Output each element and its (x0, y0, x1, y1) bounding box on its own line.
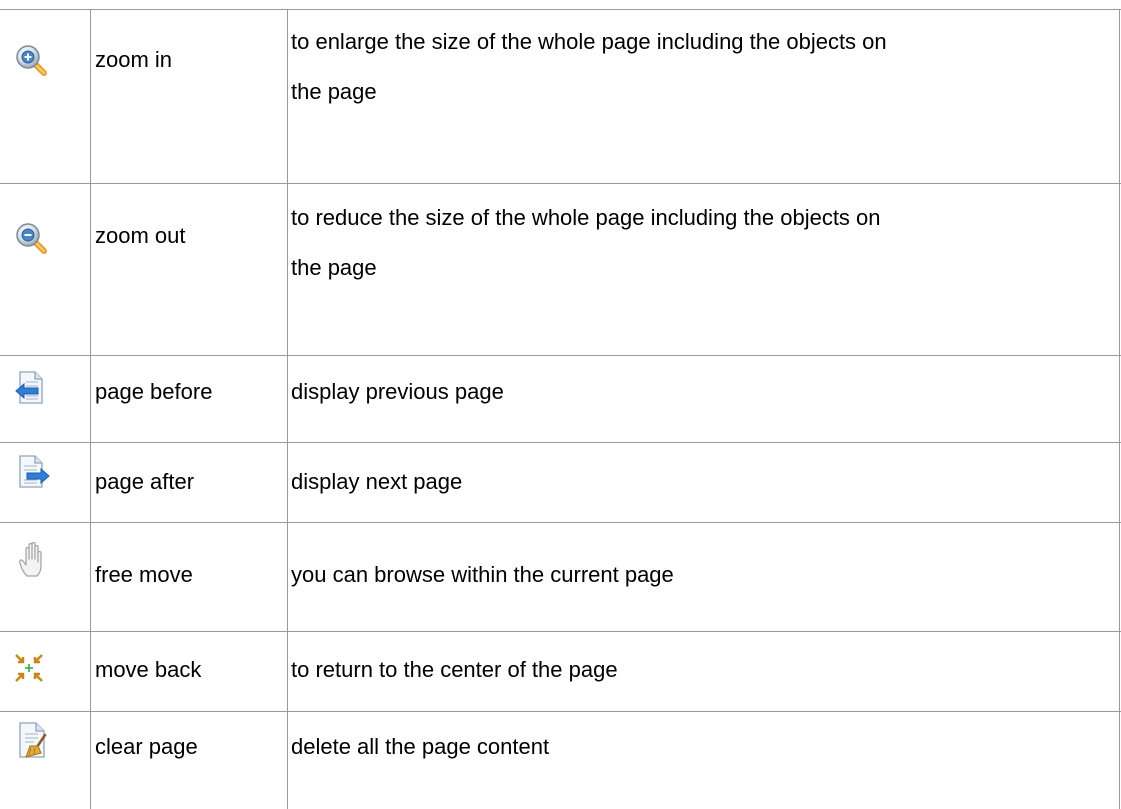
row-divider (0, 355, 1121, 356)
tool-name: move back (95, 657, 202, 682)
column-divider (287, 9, 288, 809)
move-back-icon (15, 654, 43, 682)
tool-name: zoom out (95, 223, 186, 248)
row-divider (0, 631, 1121, 632)
tool-name: zoom in (95, 47, 173, 72)
tool-description-line: to enlarge the size of the whole page in… (291, 29, 887, 54)
tool-name: clear page (95, 734, 198, 759)
tool-description: to reduce the size of the whole page inc… (291, 193, 1091, 293)
row-divider (0, 711, 1121, 712)
tool-name: free move (95, 562, 193, 587)
tool-description: display next page (291, 469, 463, 494)
zoom-out-icon (16, 223, 47, 254)
column-divider (1119, 9, 1120, 809)
page-before-icon (15, 371, 43, 404)
tool-description-line: the page (291, 255, 377, 280)
zoom-in-icon (16, 45, 47, 76)
tool-name: page before (95, 379, 213, 404)
tool-description: to return to the center of the page (291, 657, 618, 682)
tool-description: delete all the page content (291, 734, 550, 759)
tool-description: display previous page (291, 379, 504, 404)
row-divider (0, 522, 1121, 523)
free-move-icon (19, 541, 42, 577)
tool-description-line: to reduce the size of the whole page inc… (291, 205, 881, 230)
tool-description-line: the page (291, 79, 377, 104)
tool-description: to enlarge the size of the whole page in… (291, 17, 1091, 117)
row-divider (0, 183, 1121, 184)
tool-description: you can browse within the current page (291, 562, 674, 587)
row-divider (0, 9, 1121, 10)
tool-name: page after (95, 469, 195, 494)
tool-reference-table: zoom in to enlarge the size of the whole… (0, 9, 1121, 809)
row-divider (0, 442, 1121, 443)
clear-page-icon (19, 722, 47, 758)
page-after-icon (19, 455, 50, 488)
column-divider (90, 9, 91, 809)
